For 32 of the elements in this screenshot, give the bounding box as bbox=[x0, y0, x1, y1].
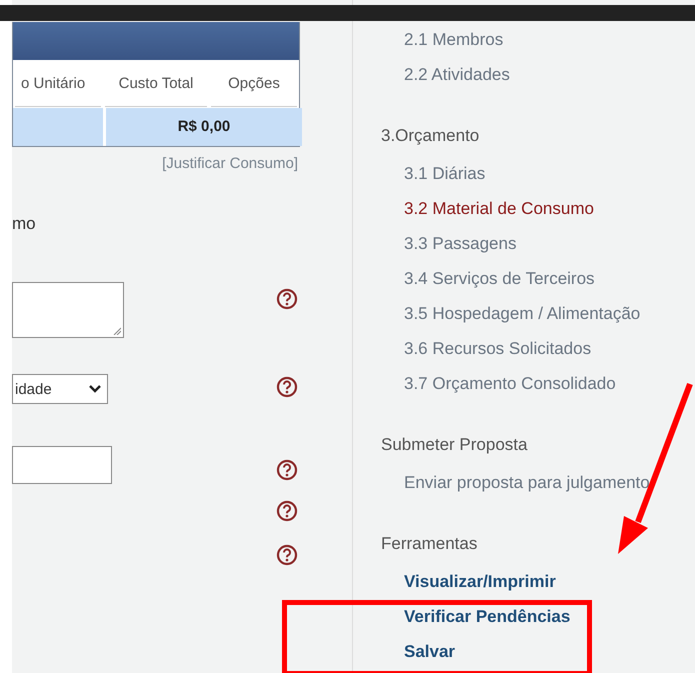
help-icon[interactable] bbox=[276, 288, 298, 310]
help-icon[interactable] bbox=[276, 459, 298, 481]
menu-item[interactable]: Verificar Pendências bbox=[404, 599, 570, 634]
menu-item[interactable]: Salvar bbox=[404, 634, 456, 669]
menu-item[interactable]: 3.3 Passagens bbox=[404, 226, 516, 261]
menu-item[interactable]: 3.4 Serviços de Terceiros bbox=[404, 261, 595, 296]
help-icon[interactable] bbox=[276, 544, 298, 566]
resize-grip-icon bbox=[113, 327, 121, 335]
justify-link[interactable]: [Justificar Consumo] bbox=[162, 155, 298, 172]
column-header: o Unitário bbox=[15, 62, 101, 106]
section-title: mo bbox=[12, 214, 37, 234]
menu-item[interactable]: Enviar proposta para julgamento bbox=[404, 465, 650, 500]
menu-heading: Submeter Proposta bbox=[381, 434, 528, 456]
menu-item[interactable]: Visualizar/Imprimir bbox=[404, 564, 556, 599]
menu-item[interactable]: 2.1 Membros bbox=[404, 22, 504, 57]
help-icon[interactable] bbox=[276, 376, 298, 398]
input-field[interactable] bbox=[12, 446, 112, 484]
menu-item[interactable]: 3.1 Diárias bbox=[404, 156, 486, 191]
menu-item[interactable]: 3.6 Recursos Solicitados bbox=[404, 331, 592, 366]
column-header: Opções bbox=[211, 62, 297, 106]
menu-heading: 3.Orçamento bbox=[381, 125, 480, 147]
menu-item[interactable]: 2.2 Atividades bbox=[404, 57, 510, 92]
menu-item[interactable]: 3.7 Orçamento Consolidado bbox=[404, 366, 616, 401]
dropdown[interactable]: idade bbox=[12, 374, 108, 404]
menu-heading: Ferramentas bbox=[381, 533, 478, 555]
column-header: Custo Total bbox=[105, 62, 207, 106]
chevron-down-icon bbox=[89, 385, 101, 393]
menu-item[interactable]: 3.2 Material de Consumo bbox=[404, 191, 594, 226]
help-icon[interactable] bbox=[276, 500, 298, 522]
menu-item[interactable]: 3.5 Hospedagem / Alimentação bbox=[404, 296, 640, 331]
text-area[interactable] bbox=[12, 282, 124, 338]
table-cell: R$ 0,00 bbox=[106, 108, 302, 146]
